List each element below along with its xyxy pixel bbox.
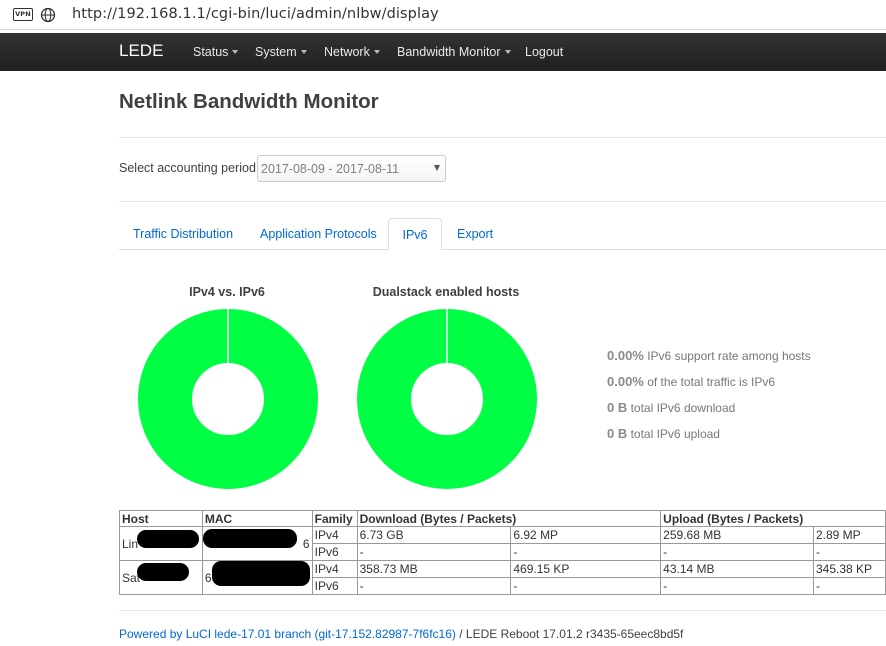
vpn-icon[interactable]: VPN — [13, 8, 33, 21]
table-header-row: Host MAC Family Download (Bytes / Packet… — [119, 510, 886, 527]
download-bytes-cell: 358.73 MB — [356, 560, 512, 578]
download-packets-cell: 6.92 MP — [510, 526, 662, 544]
period-select[interactable]: 2017-08-09 - 2017-08-11 — [257, 155, 446, 182]
divider — [119, 201, 886, 202]
download-packets-cell: 469.15 KP — [510, 560, 662, 578]
tab-application-protocols[interactable]: Application Protocols — [260, 218, 377, 250]
dualstack-donut-chart[interactable] — [357, 309, 537, 489]
divider — [119, 137, 886, 138]
tab-export[interactable]: Export — [457, 218, 493, 250]
nav-bandwidth-monitor[interactable]: Bandwidth Monitor — [397, 45, 511, 59]
chevron-down-icon — [504, 50, 511, 54]
nav-status[interactable]: Status — [193, 45, 239, 59]
column-header-host[interactable]: Host — [119, 510, 203, 527]
nav-system-label: System — [255, 45, 297, 59]
family-cell: IPv4 — [311, 526, 358, 544]
mac-value: 6 — [204, 570, 212, 585]
stat-ipv6-upload: 0 B total IPv6 upload — [607, 426, 720, 441]
download-packets-cell: - — [510, 577, 662, 595]
redaction-mark — [137, 563, 189, 581]
stat-ipv6-download: 0 B total IPv6 download — [607, 400, 735, 415]
upload-packets-cell: - — [812, 577, 886, 595]
redaction-mark — [137, 530, 199, 548]
family-cell: IPv4 — [311, 560, 358, 578]
family-cell: IPv6 — [311, 577, 358, 595]
column-header-family[interactable]: Family — [311, 510, 358, 527]
stat-ipv6-support-rate: 0.00% IPv6 support rate among hosts — [607, 348, 811, 363]
stat-value: 0 B — [607, 426, 628, 441]
redaction-mark — [212, 561, 310, 586]
download-packets-cell: - — [510, 543, 662, 561]
upload-bytes-cell: 259.68 MB — [660, 526, 814, 544]
stat-label: IPv6 support rate among hosts — [647, 349, 811, 363]
url-field[interactable]: http://192.168.1.1/cgi-bin/luci/admin/nl… — [72, 6, 439, 22]
family-cell: IPv6 — [311, 543, 358, 561]
tab-ipv6[interactable]: IPv6 — [388, 218, 442, 250]
download-bytes-cell: 6.73 GB — [356, 526, 512, 544]
upload-packets-cell: - — [812, 543, 886, 561]
luci-link[interactable]: Powered by LuCI lede-17.01 branch (git-1… — [119, 627, 456, 641]
upload-packets-cell: 345.38 KP — [812, 560, 886, 578]
upload-bytes-cell: - — [660, 543, 814, 561]
divider — [119, 610, 886, 611]
chart-title-dualstack: Dualstack enabled hosts — [372, 285, 520, 299]
nav-network-label: Network — [324, 45, 370, 59]
chevron-down-icon — [373, 50, 380, 54]
stat-label: total IPv6 upload — [630, 427, 720, 441]
nav-network[interactable]: Network — [324, 45, 380, 59]
stat-value: 0 B — [607, 400, 628, 415]
column-header-mac[interactable]: MAC — [201, 510, 313, 527]
stat-value: 0.00% — [607, 374, 644, 389]
column-header-download[interactable]: Download (Bytes / Packets) — [356, 510, 662, 527]
chevron-down-icon — [232, 50, 239, 54]
browser-address-bar: VPN http://192.168.1.1/cgi-bin/luci/admi… — [0, 0, 886, 30]
chevron-down-icon — [300, 50, 307, 54]
download-bytes-cell: - — [356, 577, 512, 595]
dropdown-arrow-icon — [434, 165, 440, 171]
nav-logout[interactable]: Logout — [525, 45, 563, 59]
column-header-upload[interactable]: Upload (Bytes / Packets) — [660, 510, 886, 527]
period-select-value: 2017-08-09 - 2017-08-11 — [261, 162, 400, 176]
ipv4-ipv6-donut-chart[interactable] — [138, 309, 318, 489]
mac-value: 6 — [302, 536, 310, 551]
stat-value: 0.00% — [607, 348, 644, 363]
tabs-baseline — [119, 249, 886, 250]
upload-packets-cell: 2.89 MP — [812, 526, 886, 544]
upload-bytes-cell: - — [660, 577, 814, 595]
upload-bytes-cell: 43.14 MB — [660, 560, 814, 578]
stat-ipv6-traffic-share: 0.00% of the total traffic is IPv6 — [607, 374, 775, 389]
stat-label: total IPv6 download — [630, 401, 736, 415]
footer-version: / LEDE Reboot 17.01.2 r3435-65eec8bd5f — [455, 627, 684, 641]
page-title: Netlink Bandwidth Monitor — [119, 90, 379, 113]
globe-icon — [40, 7, 56, 23]
nav-status-label: Status — [193, 45, 229, 59]
chart-title-ipv4-vs-ipv6: IPv4 vs. IPv6 — [189, 285, 265, 299]
tab-traffic-distribution[interactable]: Traffic Distribution — [133, 218, 233, 250]
footer: Powered by LuCI lede-17.01 branch (git-1… — [119, 627, 683, 641]
top-navbar: LEDE Status System Network Bandwidth Mon… — [0, 33, 886, 71]
brand-logo[interactable]: LEDE — [119, 41, 163, 61]
period-label: Select accounting period: — [119, 161, 260, 175]
download-bytes-cell: - — [356, 543, 512, 561]
nav-system[interactable]: System — [255, 45, 307, 59]
redaction-mark — [203, 529, 297, 548]
stat-label: of the total traffic is IPv6 — [647, 375, 776, 389]
nav-bandwidth-monitor-label: Bandwidth Monitor — [397, 45, 501, 59]
